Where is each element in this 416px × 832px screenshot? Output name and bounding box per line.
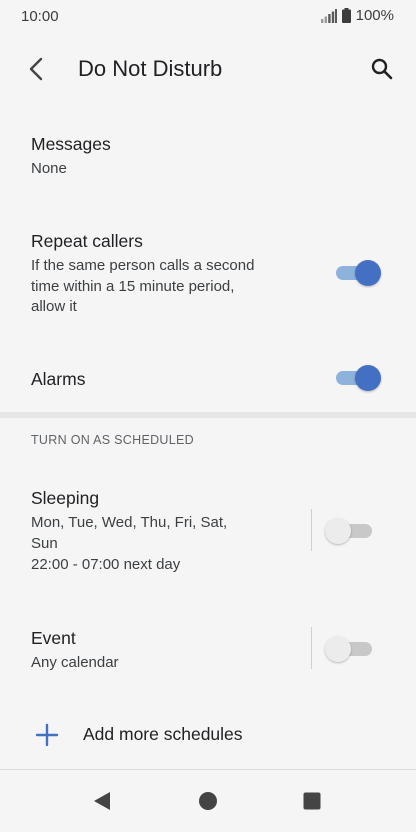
back-button[interactable] — [18, 51, 54, 87]
messages-title: Messages — [31, 134, 111, 155]
event-subtitle: Any calendar — [31, 653, 119, 674]
toggle-thumb — [325, 518, 351, 544]
search-icon — [371, 58, 393, 80]
nav-back-icon — [92, 791, 112, 811]
page-title: Do Not Disturb — [78, 56, 222, 82]
messages-subtitle: None — [31, 159, 67, 180]
alarms-title: Alarms — [31, 369, 85, 390]
screen: 10:00 100% Do Not Disturb — [0, 0, 416, 832]
status-time: 10:00 — [21, 8, 59, 25]
signal-icon — [321, 9, 337, 23]
add-more-schedules-button[interactable]: Add more schedules — [0, 712, 416, 760]
nav-recents-icon — [302, 791, 322, 811]
repeat-callers-subtitle-1: If the same person calls a second — [31, 256, 254, 277]
repeat-callers-subtitle-2: time within a 15 minute period, — [31, 277, 234, 298]
repeat-callers-title: Repeat callers — [31, 231, 143, 252]
back-arrow-icon — [28, 57, 44, 81]
event-title: Event — [31, 628, 76, 649]
messages-row[interactable]: Messages None — [0, 116, 416, 208]
app-bar: Do Not Disturb — [0, 34, 416, 104]
status-bar: 10:00 100% — [0, 0, 416, 34]
repeat-callers-subtitle-3: allow it — [31, 297, 77, 318]
sleeping-toggle[interactable] — [325, 515, 375, 545]
nav-home-icon — [198, 791, 218, 811]
vertical-divider — [311, 627, 312, 669]
toggle-thumb — [325, 636, 351, 662]
sleeping-days-line-1: Mon, Tue, Wed, Thu, Fri, Sat, — [31, 513, 227, 534]
vertical-divider — [311, 509, 312, 551]
nav-back-button[interactable] — [85, 784, 119, 818]
nav-home-button[interactable] — [191, 784, 225, 818]
toggle-thumb — [355, 260, 381, 286]
sleeping-days-line-2: Sun — [31, 534, 58, 555]
schedule-event-row[interactable]: Event Any calendar — [0, 612, 416, 702]
nav-recents-button[interactable] — [295, 784, 329, 818]
schedule-sleeping-row[interactable]: Sleeping Mon, Tue, Wed, Thu, Fri, Sat, S… — [0, 472, 416, 590]
add-more-schedules-label: Add more schedules — [83, 724, 243, 745]
repeat-callers-toggle[interactable] — [333, 257, 383, 287]
battery-percentage: 100% — [356, 7, 394, 24]
status-indicators: 100% — [321, 7, 394, 24]
plus-icon — [35, 723, 59, 747]
battery-icon — [342, 8, 351, 23]
sleeping-time: 22:00 - 07:00 next day — [31, 555, 180, 576]
section-divider — [0, 412, 416, 418]
alarms-toggle[interactable] — [333, 362, 383, 392]
event-toggle[interactable] — [325, 633, 375, 663]
search-button[interactable] — [364, 51, 400, 87]
sleeping-title: Sleeping — [31, 488, 99, 509]
alarms-row[interactable]: Alarms — [0, 344, 416, 410]
schedules-section-header: TURN ON AS SCHEDULED — [31, 433, 194, 447]
toggle-thumb — [355, 365, 381, 391]
repeat-callers-row[interactable]: Repeat callers If the same person calls … — [0, 214, 416, 334]
navigation-bar — [0, 769, 416, 832]
